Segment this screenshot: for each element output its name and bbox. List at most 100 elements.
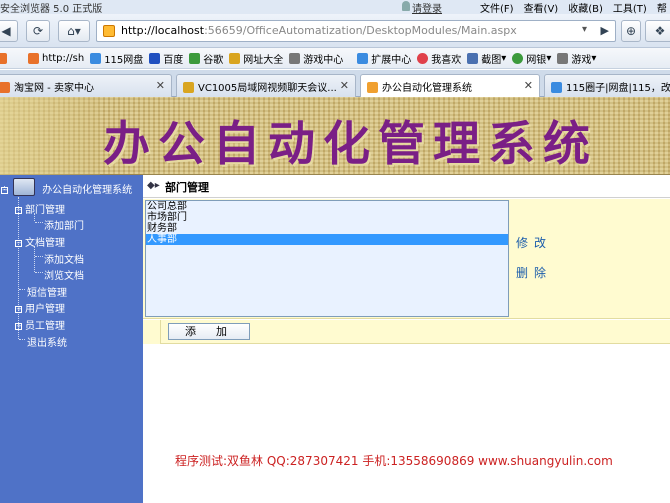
extensions-button[interactable]: ❖ [645,20,670,42]
tree-item-user-management[interactable]: + 用户管理 [15,300,65,315]
tree-root-label: 办公自动化管理系统 [42,185,133,196]
tree-item-employee-management[interactable]: + 员工管理 [15,317,65,332]
bookmark-item[interactable]: 网址大全 [229,51,283,66]
navigation-bar: ◀ ⟳ ⌂▾ http://localhost:56659/OfficeAuto… [0,14,670,48]
heart-icon [417,52,429,64]
plus-circle-icon: ⊕ [625,24,637,38]
banner-title: 办公自动化管理系统 [103,117,598,172]
bookmarks-bar: http://sh 115网盘 百度 谷歌 网址大全 游戏中心 扩展中心 我喜欢… [0,48,670,69]
menu-help[interactable]: 帮 [657,0,667,15]
expand-icon[interactable]: + [15,306,22,313]
tree-item-add-doc[interactable]: 添加文档 [44,251,84,266]
menu-file[interactable]: 文件(F) [480,0,514,15]
add-row-gutter [143,320,161,344]
modify-link[interactable]: 修改 [516,234,552,251]
bookmark-icon [0,52,7,64]
sidebar-tree: − 办公自动化管理系统 − 部门管理 添加部门 − 文档管理 添加文档 浏览文档 短… [0,175,143,503]
close-icon[interactable]: ✕ [156,79,165,92]
add-row: 添加 [143,320,670,344]
footer-credits: 程序测试:双鱼林 QQ:287307421 手机:13558690869 www… [175,454,613,468]
115-icon [551,82,562,93]
tab-115[interactable]: 115圈子|网盘|115，改变 [544,74,670,97]
back-button[interactable]: ◀ [0,20,18,42]
tree-connector [35,256,43,257]
go-arrow-icon[interactable]: ▶ [601,24,609,37]
menu-tools[interactable]: 工具(T) [613,0,647,15]
tree-item-dept-management[interactable]: − 部门管理 [15,201,65,216]
main-content: ◆▸ 部门管理 公司总部 市场部门 财务部 人事部 修改 删除 添加 程序测试:… [143,175,670,503]
computer-icon [13,178,35,196]
home-button[interactable]: ⌂▾ [58,20,90,42]
taobao-icon [0,82,10,93]
bookmark-item[interactable]: 谷歌 [189,51,223,66]
tree-connector [35,272,43,273]
bookmark-icon [289,52,301,64]
tree-item-browse-doc[interactable]: 浏览文档 [44,267,84,282]
bookmark-icon [28,52,39,64]
tree-connector [19,339,25,340]
collapse-icon[interactable]: − [1,187,8,194]
site-favicon-icon [367,82,378,93]
section-header: ◆▸ 部门管理 [143,175,670,198]
menu-view[interactable]: 查看(V) [524,0,559,15]
bookmark-icon [357,52,369,64]
banner-fade [0,97,100,175]
bank-icon [512,52,524,64]
add-favorite-button[interactable]: ⊕ [621,20,641,42]
site-favicon-icon [103,25,115,37]
game-icon [557,52,569,64]
bookmark-item[interactable]: 截图 ▾ [467,51,506,66]
home-icon: ⌂▾ [67,24,81,38]
add-department-button[interactable]: 添加 [168,323,250,340]
bookmark-item[interactable]: 网银 ▾ [512,51,551,66]
collapse-icon[interactable]: − [15,240,22,247]
star-icon [183,82,194,93]
section-arrow-icon: ◆▸ [147,180,160,191]
tree-connector [34,246,35,272]
bookmark-item[interactable]: http://sh [28,52,84,64]
bookmark-icon [189,52,201,64]
tab-vc1005[interactable]: VC1005局域网视频聊天会议... ✕ [176,74,356,97]
colorful-logo-icon: ❖ [654,24,666,38]
department-option[interactable]: 财务部 [146,223,508,234]
collapse-icon[interactable]: − [15,207,22,214]
address-bar[interactable]: http://localhost:56659/OfficeAutomatizat… [96,20,616,42]
bookmark-item[interactable]: 扩展中心 [357,51,411,66]
address-dropdown-icon[interactable]: ▾ [582,24,587,35]
login-link[interactable]: 请登录 [412,0,442,15]
expand-icon[interactable]: + [15,323,22,330]
tab-taobao[interactable]: 淘宝网 - 卖家中心 ✕ [0,74,172,97]
bookmark-icon [229,52,241,64]
tree-item-add-dept[interactable]: 添加部门 [44,217,84,232]
bookmark-item[interactable]: 115网盘 [90,51,143,66]
department-option[interactable]: 公司总部 [146,201,508,212]
refresh-icon: ⟳ [32,24,44,38]
tab-office-system[interactable]: 办公自动化管理系统 ✕ [360,74,540,97]
back-arrow-icon: ◀ [1,24,11,38]
bookmark-item[interactable]: 游戏中心 [289,51,343,66]
bookmark-item[interactable]: 游戏 ▾ [557,51,596,66]
department-panel: 公司总部 市场部门 财务部 人事部 修改 删除 [143,199,670,319]
delete-link[interactable]: 删除 [516,264,552,281]
department-listbox[interactable]: 公司总部 市场部门 财务部 人事部 [145,200,509,317]
tree-connector [35,222,43,223]
user-icon [402,1,410,11]
tree-item-sms-management[interactable]: 短信管理 [27,284,67,299]
header-banner: 办公自动化管理系统 [0,97,670,175]
tree-item-doc-management[interactable]: − 文档管理 [15,234,65,249]
bookmark-item[interactable]: 我喜欢 [417,51,461,66]
refresh-button[interactable]: ⟳ [26,20,50,42]
app-title: 安全浏览器 5.0 正式版 [0,4,103,15]
menu-favorites[interactable]: 收藏(B) [568,0,603,15]
tree-root[interactable]: − 办公自动化管理系统 [0,178,133,196]
address-url[interactable]: http://localhost:56659/OfficeAutomatizat… [121,24,517,37]
bookmark-item[interactable] [0,52,10,64]
screenshot-icon [467,52,479,64]
department-option-selected[interactable]: 人事部 [146,234,508,245]
department-option[interactable]: 市场部门 [146,212,508,223]
bookmark-item[interactable]: 百度 [149,51,183,66]
close-icon[interactable]: ✕ [340,79,349,92]
tree-item-logout[interactable]: 退出系统 [27,334,67,349]
bookmark-icon [90,52,102,64]
close-icon[interactable]: ✕ [524,79,533,92]
